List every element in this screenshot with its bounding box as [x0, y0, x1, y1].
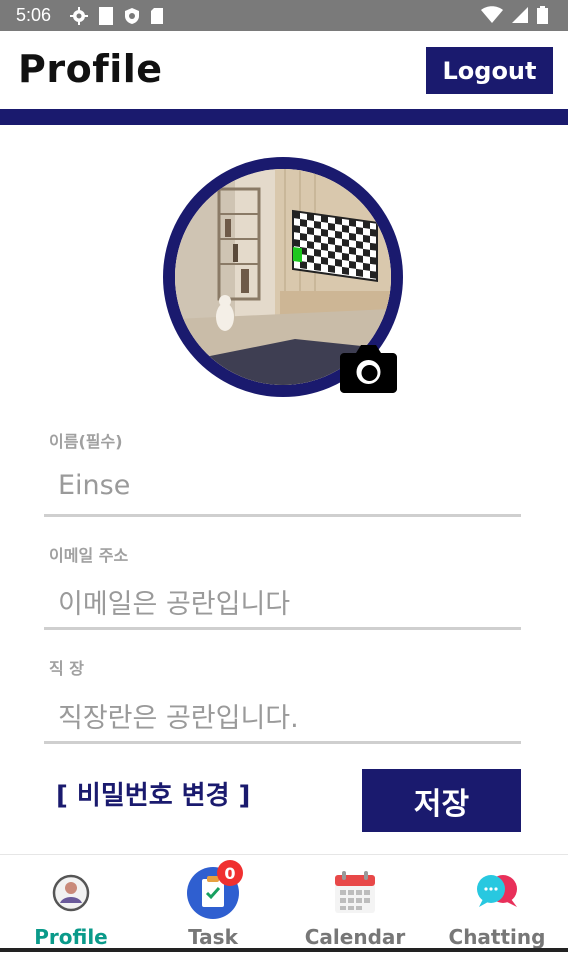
save-button[interactable]: 저장: [362, 769, 521, 832]
app-header: Profile Logout: [0, 31, 568, 109]
gear-icon: [70, 7, 88, 25]
status-icons-right: [481, 6, 548, 24]
tab-chatting-label: Chatting: [448, 925, 546, 949]
job-underline: [44, 741, 521, 744]
email-label: 이메일 주소: [49, 546, 129, 565]
chat-bubbles-icon: [477, 875, 517, 907]
tab-profile[interactable]: Profile: [0, 855, 142, 953]
shield-icon: [125, 8, 139, 24]
status-time: 5:06: [16, 5, 52, 25]
camera-icon: [340, 345, 397, 393]
name-underline: [44, 514, 521, 517]
signal-icon: [512, 7, 528, 23]
email-input[interactable]: 이메일은 공란입니다: [58, 582, 290, 621]
calendar-icon: [335, 871, 375, 913]
tab-task-label: Task: [188, 925, 238, 949]
sim-card-icon: [99, 7, 113, 25]
system-nav-bar: [0, 948, 568, 952]
tab-chatting[interactable]: Chatting: [426, 855, 568, 953]
task-count-badge: 0: [217, 860, 243, 886]
tab-profile-label: Profile: [34, 925, 108, 949]
name-label: 이름(필수): [49, 432, 123, 451]
status-icons-left: [70, 6, 164, 26]
sd-card-icon: [151, 8, 163, 24]
header-divider: [0, 109, 568, 125]
change-photo-button[interactable]: [340, 343, 397, 393]
status-bar: 5:06: [0, 0, 568, 31]
tab-calendar[interactable]: Calendar: [284, 855, 426, 953]
page-title: Profile: [18, 47, 163, 91]
bottom-nav: Profile Task Calendar Chatting: [0, 854, 568, 953]
wifi-icon: [481, 6, 503, 23]
email-underline: [44, 627, 521, 630]
tab-calendar-label: Calendar: [304, 925, 406, 949]
job-label: 직 장: [49, 659, 85, 678]
job-input[interactable]: 직장란은 공란입니다.: [58, 696, 299, 735]
logout-button[interactable]: Logout: [426, 47, 553, 94]
name-input[interactable]: Einse: [58, 470, 130, 501]
tab-task[interactable]: Task: [142, 855, 284, 953]
battery-icon: [537, 6, 548, 24]
profile-icon: [52, 874, 90, 912]
change-password-link[interactable]: [ 비밀번호 변경 ]: [56, 775, 250, 812]
